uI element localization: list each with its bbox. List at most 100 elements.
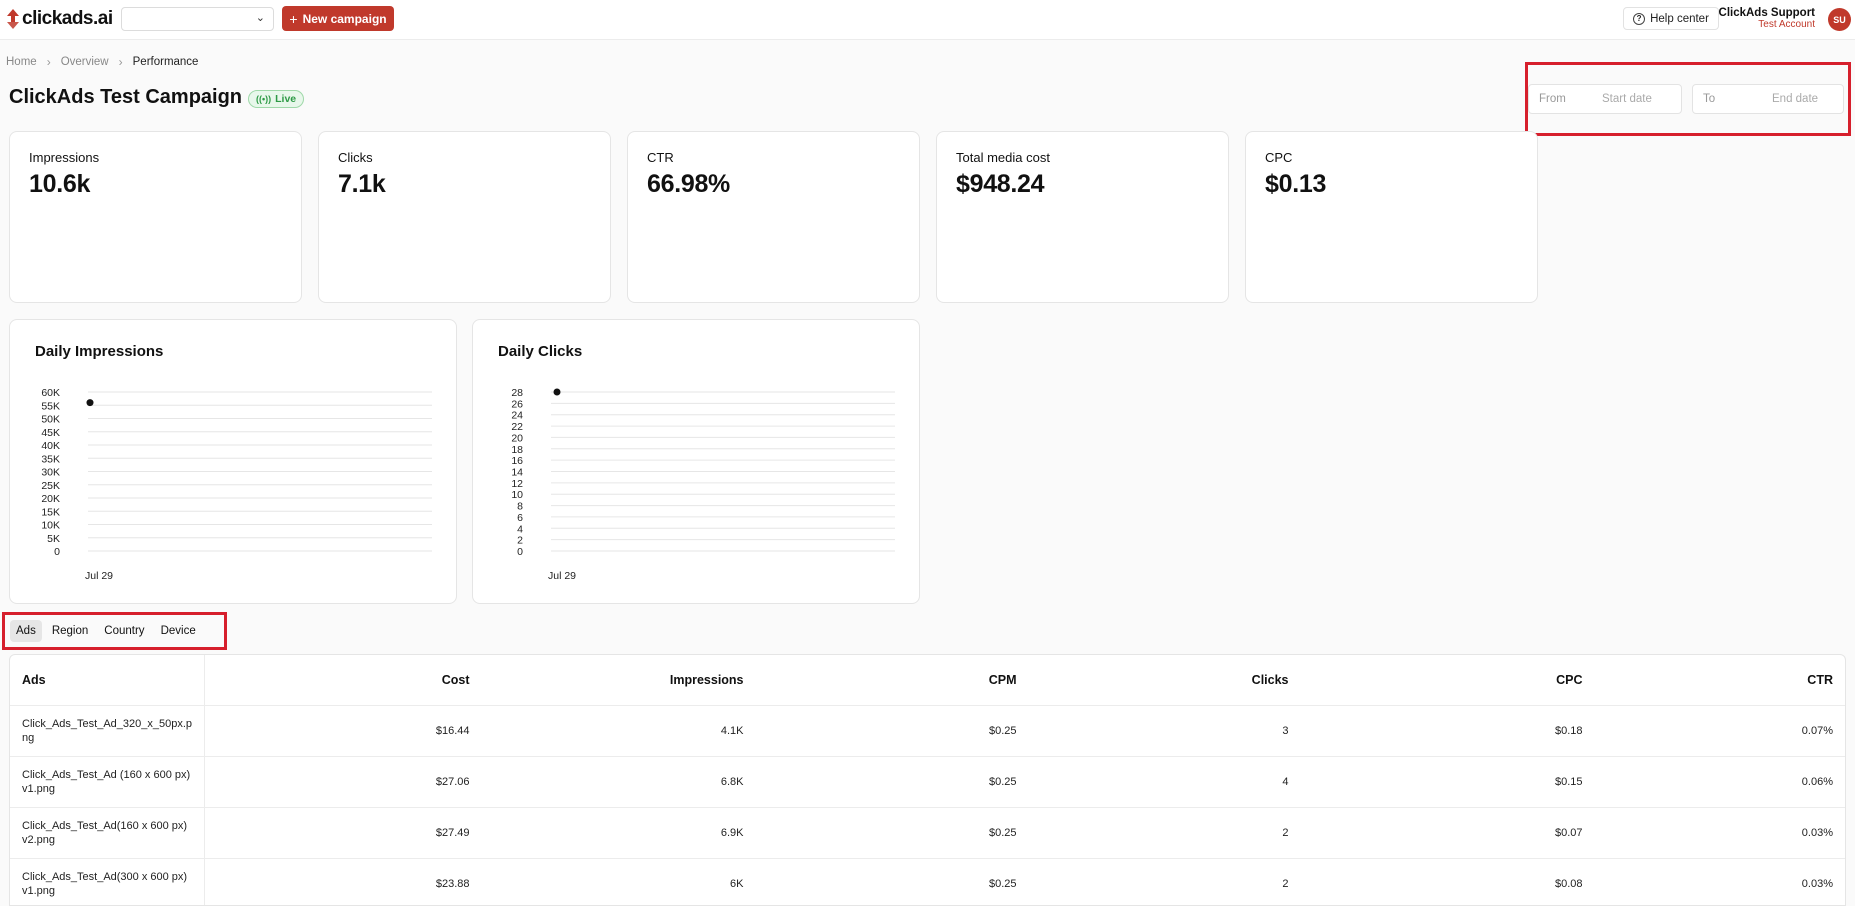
y-tick-label: 16 bbox=[511, 455, 523, 467]
impressions-cell: 6K bbox=[481, 858, 756, 905]
page-title: ClickAds Test Campaign bbox=[9, 86, 243, 108]
cost-cell: $27.06 bbox=[204, 756, 482, 808]
cpm-cell: $0.25 bbox=[755, 807, 1029, 859]
y-tick-label: 55K bbox=[41, 400, 60, 412]
y-tick-label: 30K bbox=[41, 467, 60, 479]
y-tick-label: 22 bbox=[511, 421, 523, 433]
column-header-ads[interactable]: Ads bbox=[10, 655, 206, 706]
end-date-field[interactable]: To End date bbox=[1692, 84, 1844, 114]
cost-cell: $16.44 bbox=[204, 705, 482, 757]
start-date-placeholder: Start date bbox=[1602, 93, 1652, 105]
ad-name-cell: Click_Ads_Test_Ad (160 x 600 px) v1.png bbox=[10, 756, 206, 808]
column-header-impressions[interactable]: Impressions bbox=[481, 655, 756, 706]
y-tick-label: 50K bbox=[41, 414, 60, 426]
tab-device[interactable]: Device bbox=[155, 620, 202, 642]
kpi-value: $0.13 bbox=[1265, 170, 1327, 198]
avatar[interactable]: SU bbox=[1828, 8, 1851, 31]
start-date-field[interactable]: From Start date bbox=[1528, 84, 1682, 114]
y-tick-label: 20K bbox=[41, 493, 60, 505]
column-header-ctr[interactable]: CTR bbox=[1594, 655, 1845, 706]
y-tick-label: 5K bbox=[47, 533, 60, 545]
to-label: To bbox=[1703, 93, 1716, 105]
column-header-cpm[interactable]: CPM bbox=[755, 655, 1029, 706]
kpi-value: 7.1k bbox=[338, 170, 386, 198]
brand-name: clickads.ai bbox=[22, 8, 113, 29]
y-tick-label: 12 bbox=[511, 478, 523, 490]
ad-name-cell: Click_Ads_Test_Ad(300 x 600 px) v1.png bbox=[10, 858, 206, 905]
table-row[interactable]: Click_Ads_Test_Ad(300 x 600 px) v1.png $… bbox=[10, 858, 1845, 905]
tab-ads[interactable]: Ads bbox=[10, 620, 42, 642]
chart-card-daily-clicks: Daily Clicks 0 2 4 6 8 10 12 14 16 18 20 22 24 26 28 Ju… bbox=[472, 319, 920, 604]
tab-region[interactable]: Region bbox=[46, 620, 94, 642]
kpi-label: Total media cost bbox=[956, 150, 1050, 165]
tab-country[interactable]: Country bbox=[98, 620, 150, 642]
cpm-cell: $0.25 bbox=[755, 756, 1029, 808]
y-tick-label: 2 bbox=[517, 535, 523, 547]
account-select[interactable]: ⌄ bbox=[121, 7, 274, 31]
breadcrumb: Home › Overview › Performance bbox=[6, 55, 198, 69]
plus-icon: + bbox=[289, 10, 298, 27]
live-icon: ((•)) bbox=[256, 94, 272, 104]
daily-impressions-chart: 05K10K 15K20K25K30K 35K40K45K50K 55K60K Jul … bbox=[41, 387, 432, 582]
kpi-value: 10.6k bbox=[29, 170, 91, 198]
kpi-label: Clicks bbox=[338, 150, 373, 165]
new-campaign-button[interactable]: + New campaign bbox=[282, 6, 394, 31]
ctr-cell: 0.07% bbox=[1594, 705, 1845, 757]
breadcrumb-overview[interactable]: Overview bbox=[61, 56, 109, 68]
help-center-button[interactable]: ? Help center bbox=[1623, 7, 1719, 30]
chevron-down-icon: ⌄ bbox=[255, 12, 265, 24]
cost-cell: $27.49 bbox=[204, 807, 482, 859]
top-bar: clickads.ai ⌄ + New campaign ? Help cent… bbox=[0, 0, 1855, 40]
breakdown-tabs: Ads Region Country Device bbox=[10, 620, 202, 642]
impressions-cell: 4.1K bbox=[481, 705, 756, 757]
new-campaign-label: New campaign bbox=[302, 11, 387, 26]
table-row[interactable]: Click_Ads_Test_Ad (160 x 600 px) v1.png … bbox=[10, 756, 1845, 808]
status-label: Live bbox=[275, 93, 297, 105]
kpi-card-clicks: Clicks 7.1k bbox=[318, 131, 611, 303]
kpi-value: $948.24 bbox=[956, 170, 1045, 198]
chevron-right-icon: › bbox=[118, 55, 123, 69]
clicks-cell: 2 bbox=[1028, 807, 1301, 859]
y-tick-label: 6 bbox=[517, 512, 523, 524]
clicks-cell: 2 bbox=[1028, 858, 1301, 905]
user-menu[interactable]: ClickAds Support Test Account bbox=[1719, 7, 1815, 30]
ad-name-cell: Click_Ads_Test_Ad(160 x 600 px) v2.png bbox=[10, 807, 206, 859]
y-tick-label: 26 bbox=[511, 398, 523, 410]
y-tick-label: 40K bbox=[41, 440, 60, 452]
y-tick-label: 18 bbox=[511, 444, 523, 456]
cpc-cell: $0.08 bbox=[1300, 858, 1595, 905]
clicks-cell: 4 bbox=[1028, 756, 1301, 808]
impressions-cell: 6.9K bbox=[481, 807, 756, 859]
table-row[interactable]: Click_Ads_Test_Ad_320_x_50px.p ng $16.44… bbox=[10, 705, 1845, 757]
column-header-clicks[interactable]: Clicks bbox=[1028, 655, 1301, 706]
kpi-card-impressions: Impressions 10.6k bbox=[9, 131, 302, 303]
logo-icon bbox=[7, 9, 19, 29]
ctr-cell: 0.03% bbox=[1594, 807, 1845, 859]
y-tick-label: 28 bbox=[511, 387, 523, 399]
kpi-card-media-cost: Total media cost $948.24 bbox=[936, 131, 1229, 303]
ads-table: Ads Cost Impressions CPM Clicks CPC CTR … bbox=[9, 654, 1846, 906]
breadcrumb-home[interactable]: Home bbox=[6, 56, 37, 68]
column-header-cpc[interactable]: CPC bbox=[1300, 655, 1595, 706]
kpi-card-ctr: CTR 66.98% bbox=[627, 131, 920, 303]
column-header-cost[interactable]: Cost bbox=[204, 655, 482, 706]
daily-clicks-chart: 0246810121416182022242628Jul 29 bbox=[511, 387, 895, 582]
data-point bbox=[553, 388, 561, 396]
y-tick-label: 4 bbox=[517, 523, 523, 535]
brand-logo[interactable]: clickads.ai bbox=[6, 8, 113, 30]
ctr-cell: 0.06% bbox=[1594, 756, 1845, 808]
chevron-right-icon: › bbox=[46, 55, 51, 69]
breadcrumb-performance: Performance bbox=[132, 56, 199, 68]
kpi-label: CTR bbox=[647, 150, 674, 165]
y-tick-label: 0 bbox=[517, 546, 523, 558]
kpi-card-cpc: CPC $0.13 bbox=[1245, 131, 1538, 303]
y-tick-label: 35K bbox=[41, 453, 60, 465]
y-tick-label: 20 bbox=[511, 432, 523, 444]
table-row[interactable]: Click_Ads_Test_Ad(160 x 600 px) v2.png $… bbox=[10, 807, 1845, 859]
x-tick-label: Jul 29 bbox=[548, 570, 576, 582]
cost-cell: $23.88 bbox=[204, 858, 482, 905]
cpc-cell: $0.18 bbox=[1300, 705, 1595, 757]
from-label: From bbox=[1539, 93, 1566, 105]
kpi-label: CPC bbox=[1265, 150, 1293, 165]
status-badge: ((•)) Live bbox=[248, 90, 305, 108]
